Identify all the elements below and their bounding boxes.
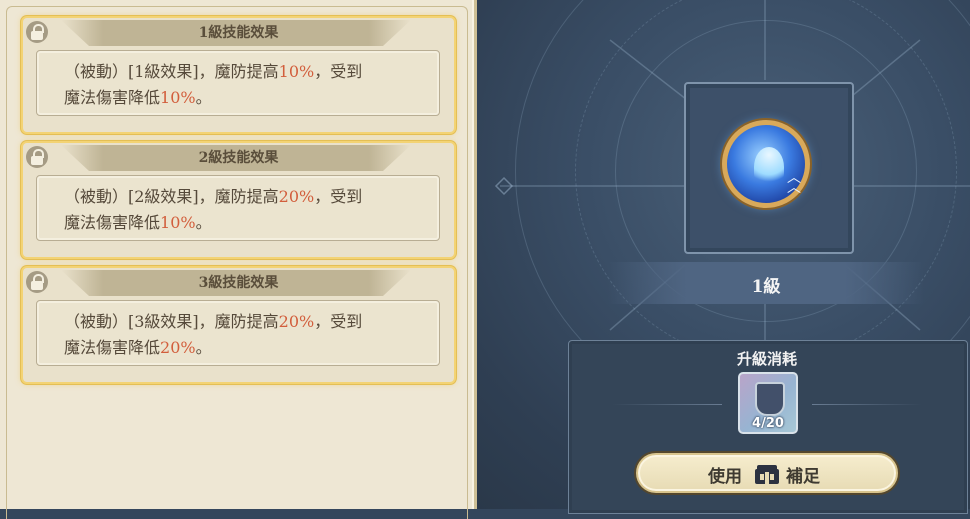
- effect-description-box: （被動）[2級效果]，魔防提高20%，受到 魔法傷害降低10%。: [36, 175, 440, 241]
- effect-description: （被動）[2級效果]，魔防提高20%，受到 魔法傷害降低10%。: [64, 187, 363, 232]
- blue-figure-icon: [754, 147, 784, 187]
- shield-token-icon: [755, 382, 785, 416]
- use-refill-button[interactable]: 使用 補足: [636, 453, 898, 493]
- skill-level-card-2: 2級技能效果 （被動）[2級效果]，魔防提高20%，受到 魔法傷害降低10%。: [21, 141, 456, 259]
- skill-effects-panel: 1級技能效果 （被動）[1級效果]，魔防提高10%，受到 魔法傷害降低10%。 …: [0, 0, 477, 519]
- button-label-use: 使用: [708, 467, 742, 487]
- effect-description: （被動）[1級效果]，魔防提高10%，受到 魔法傷害降低10%。: [64, 62, 363, 107]
- skill-level-label: 1級: [751, 277, 781, 297]
- effect-description-box: （被動）[3級效果]，魔防提高20%，受到 魔法傷害降低20%。: [36, 300, 440, 366]
- divider: [812, 404, 922, 405]
- card-title: 1級技能效果: [198, 25, 279, 41]
- item-count: 4/20: [752, 416, 784, 431]
- upgrade-cost-title: 升級消耗: [736, 350, 797, 368]
- divider: [612, 404, 722, 405]
- effect-description-box: （被動）[1級效果]，魔防提高10%，受到 魔法傷害降低10%。: [36, 50, 440, 116]
- card-title: 3級技能效果: [198, 275, 279, 291]
- button-label-refill: 補足: [786, 467, 820, 487]
- effect-description: （被動）[3級效果]，魔防提高20%，受到 魔法傷害降低20%。: [64, 312, 363, 357]
- gift-box-icon: [755, 465, 779, 484]
- chevron-up-icon: ︿ ︿: [787, 170, 801, 196]
- skill-icon[interactable]: ︿ ︿: [722, 120, 810, 208]
- skill-level-card-3: 3級技能效果 （被動）[3級效果]，魔防提高20%，受到 魔法傷害降低20%。: [21, 266, 456, 384]
- skill-level-card-1: 1級技能效果 （被動）[1級效果]，魔防提高10%，受到 魔法傷害降低10%。: [21, 16, 456, 134]
- card-title: 2級技能效果: [198, 150, 279, 166]
- upgrade-item-slot[interactable]: 4/20: [738, 372, 798, 434]
